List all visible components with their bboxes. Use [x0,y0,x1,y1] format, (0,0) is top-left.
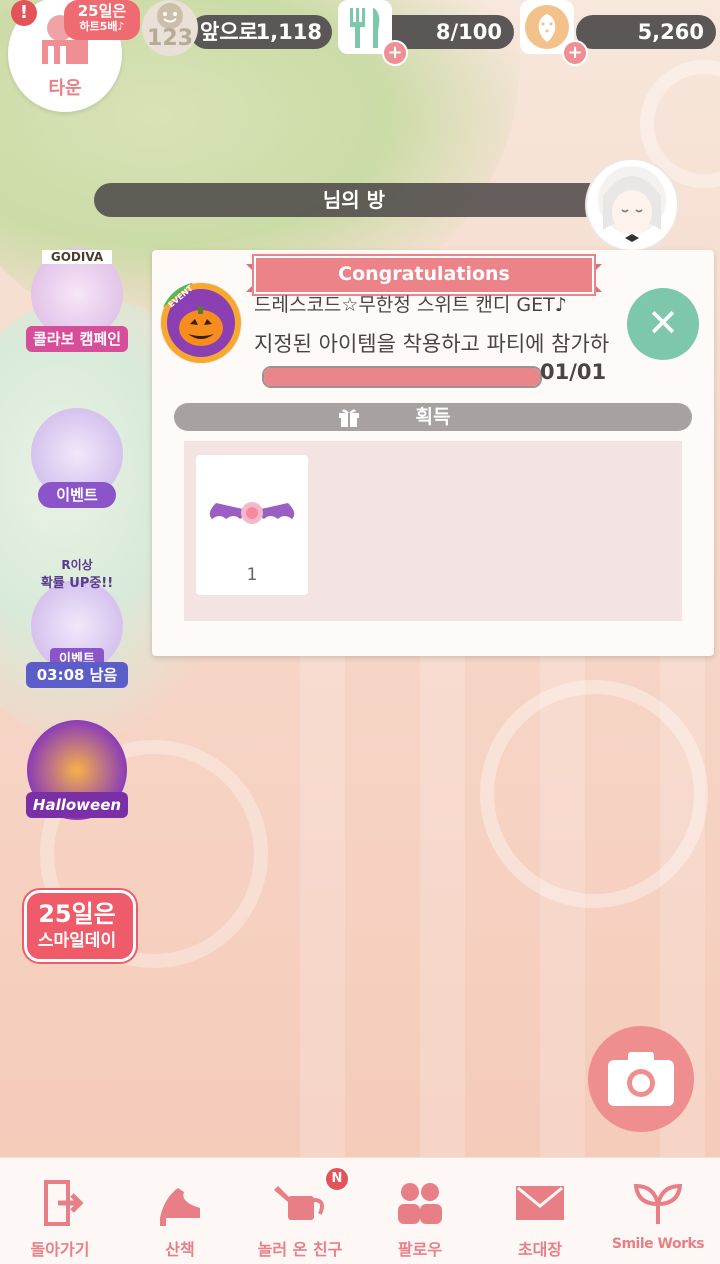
people-icon [398,1183,442,1224]
watering-can-icon [274,1186,324,1220]
nav-invitation-label: 초대장 [517,1240,563,1259]
event-tag: 이벤트 [38,482,116,508]
reward-item[interactable]: 1 [196,455,308,595]
bonus-line2: 하트5배♪ [79,20,125,33]
nav-invitation[interactable]: 초대장 [480,1158,600,1264]
hearts-value: 1,118 [255,20,322,44]
event-description: 지정된 아이템을 착용하고 파티에 참가하 [254,332,610,356]
reward-header: 획득 [174,403,692,431]
collab-campaign-button[interactable]: GODIVA 콜라보 캠페인 [22,248,132,352]
progress-text: 01/01 [540,360,607,384]
nav-follow-label: 팔로우 [397,1240,443,1259]
bat-wing-candy-icon [209,502,295,524]
event-button[interactable]: 이벤트 [22,408,132,518]
congratulations-ribbon: Congratulations [254,256,594,294]
smile-day-line1: 25일은 [38,900,116,928]
exit-door-icon [44,1180,84,1226]
smile-day-line2: 스마일데이 [37,931,117,951]
new-badge: N [324,1166,350,1192]
nav-visiting-friends-label: 놀러 온 친구 [257,1240,343,1259]
rateup-line2: 확률 UP중!! [40,576,114,591]
hearts-prefix: 앞으로 [200,20,258,44]
rateup-timer: 03:08 남음 [26,662,128,688]
godiva-label: GODIVA [42,250,112,264]
nav-smile-works[interactable]: Smile Works [598,1158,718,1264]
camera-button[interactable] [588,1026,694,1132]
nav-smile-works-label: Smile Works [611,1236,705,1252]
avatar[interactable] [585,158,679,252]
smile-level-icon[interactable]: 123 [142,0,198,56]
event-title: 드레스코드☆무한정 스위트 캔디 GET♪ [254,294,567,316]
avatar-face-icon [598,166,666,242]
progress-bar [262,366,542,388]
halloween-tag: Halloween [26,792,128,818]
strawberry-plus-button[interactable]: + [562,40,588,66]
alert-icon[interactable]: ! [11,0,37,26]
envelope-icon [516,1186,564,1220]
top-status-bar: 타운 ! 25일은 하트5배♪ 앞으로 1,118 123 8/100 + 5,… [0,0,720,112]
food-plus-button[interactable]: + [382,40,408,66]
strawberry-stat: 5,260 [576,15,716,49]
nav-follow[interactable]: 팔로우 [360,1158,480,1264]
nav-walk-label: 산책 [165,1240,195,1259]
rateup-line1: R이상 [61,558,93,572]
sprout-icon [633,1183,683,1224]
reward-label: 획득 [415,406,451,428]
close-button[interactable]: ✕ [627,288,699,360]
camera-icon [608,1052,674,1106]
pumpkin-icon [160,282,241,363]
halloween-button[interactable]: Halloween [22,720,132,820]
rate-up-event-button[interactable]: R이상 확률 UP중!! 이벤트 03:08 남음 [22,556,132,690]
heart-bonus-badge[interactable]: 25일은 하트5배♪ [64,0,140,40]
smile-day-button[interactable]: 25일은 스마일데이 [22,884,136,964]
bottom-navigation: 돌아가기 산책 놀러 온 친구 N 팔로우 초대장 Smile Works [0,1157,720,1264]
nav-back-label: 돌아가기 [30,1240,90,1259]
reward-list: 1 [184,441,682,621]
progress-fill [264,368,540,386]
nav-back[interactable]: 돌아가기 [0,1158,120,1264]
town-label: 타운 [48,78,82,99]
room-title-bar: 님의 방 [94,183,614,217]
collab-campaign-tag: 콜라보 캠페인 [26,326,128,352]
food-value: 8/100 [435,20,502,44]
smile-level: 123 [147,26,193,51]
nav-walk[interactable]: 산책 [120,1158,240,1264]
hearts-stat: 앞으로 1,118 [190,15,332,49]
bonus-line1: 25일은 [77,2,127,20]
close-icon: ✕ [647,301,679,345]
strawberry-value: 5,260 [637,20,704,44]
event-badge: EVENT [160,282,242,364]
shoe-icon [160,1188,200,1226]
reward-count: 1 [246,565,258,585]
gift-icon [339,409,359,427]
